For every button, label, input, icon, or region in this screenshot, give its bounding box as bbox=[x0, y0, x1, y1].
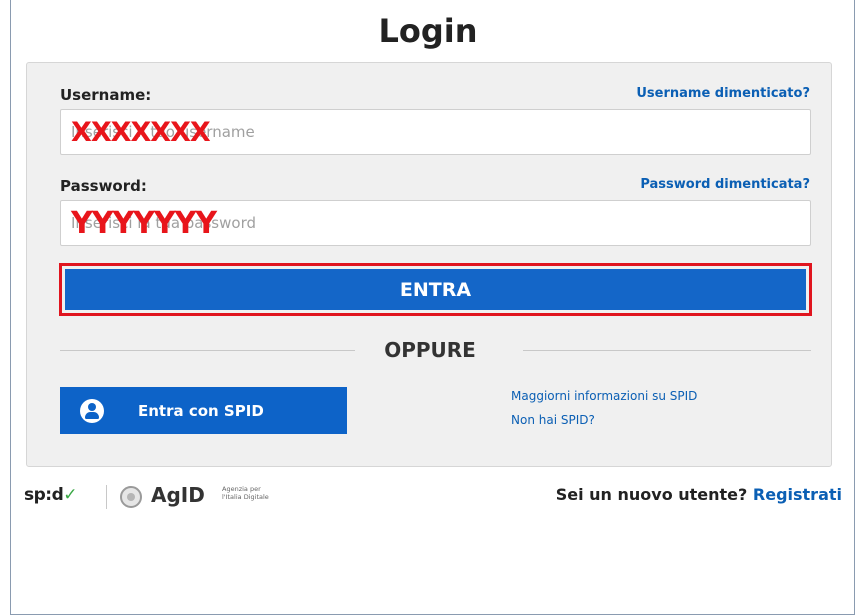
no-spid-link[interactable]: Non hai SPID? bbox=[511, 413, 595, 427]
spid-logo: sp:d✓ bbox=[24, 485, 78, 505]
spid-button-label: Entra con SPID bbox=[138, 401, 264, 420]
agid-logo: AgID bbox=[151, 483, 205, 507]
new-user-text: Sei un nuovo utente? bbox=[555, 485, 748, 504]
agid-emblem-icon bbox=[120, 486, 142, 508]
password-label: Password: bbox=[60, 177, 147, 195]
page-title: Login bbox=[378, 12, 478, 50]
footer-separator bbox=[106, 485, 107, 509]
checkmark-icon: ✓ bbox=[63, 485, 78, 505]
username-input[interactable] bbox=[61, 110, 810, 154]
spid-login-button[interactable]: Entra con SPID bbox=[60, 387, 347, 434]
username-label: Username: bbox=[60, 86, 152, 104]
user-icon bbox=[80, 398, 104, 423]
spid-logo-text: sp:d bbox=[24, 485, 64, 505]
username-forgot-link[interactable]: Username dimenticato? bbox=[636, 86, 810, 101]
agid-subtitle: Agenzia per l'Italia Digitale bbox=[222, 485, 269, 501]
password-forgot-link[interactable]: Password dimenticata? bbox=[640, 177, 810, 192]
entra-button[interactable]: ENTRA bbox=[65, 269, 806, 310]
divider-right bbox=[523, 350, 811, 351]
register-prompt: Sei un nuovo utente? Registrati bbox=[556, 485, 842, 504]
spid-info-link[interactable]: Maggiorni informazioni su SPID bbox=[511, 389, 697, 403]
username-field-box: XXXXXXX bbox=[60, 109, 811, 155]
login-panel: Username: Username dimenticato? XXXXXXX … bbox=[26, 62, 832, 467]
password-field-box: YYYYYYY bbox=[60, 200, 811, 246]
register-link[interactable]: Registrati bbox=[753, 485, 842, 504]
password-input[interactable] bbox=[61, 201, 810, 245]
entra-highlight: ENTRA bbox=[59, 263, 812, 316]
